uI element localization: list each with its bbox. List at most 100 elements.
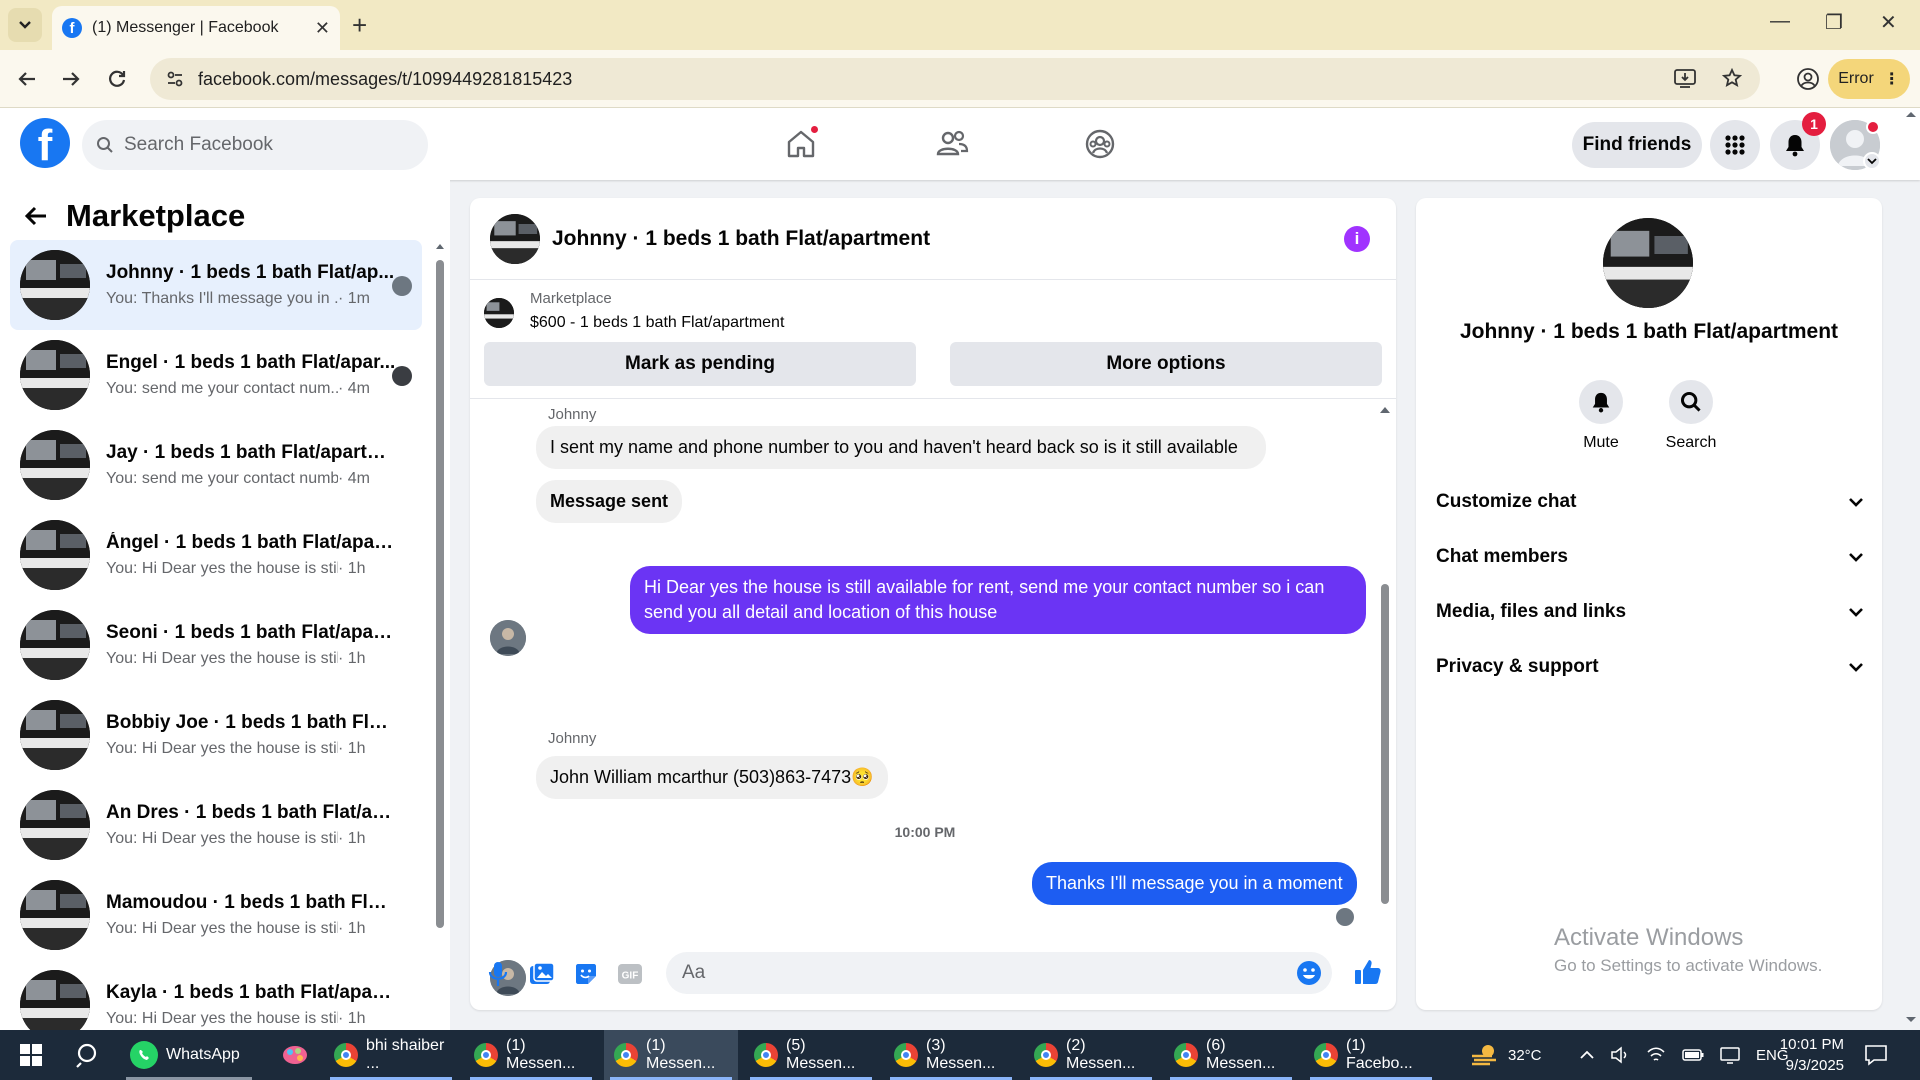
conversation-item[interactable]: Bobbiy Joe · 1 beds 1 bath Flat/a... You…: [10, 690, 422, 780]
taskbar-chrome-window[interactable]: (1) Facebo...: [1304, 1030, 1438, 1080]
address-bar[interactable]: facebook.com/messages/t/1099449281815423: [150, 58, 1760, 100]
conversation-item[interactable]: Jay · 1 beds 1 bath Flat/apartment You: …: [10, 420, 422, 510]
taskbar-search-button[interactable]: [66, 1030, 112, 1080]
sidebar-title: Marketplace: [66, 198, 246, 233]
media-files-links-section[interactable]: Media, files and links: [1436, 592, 1864, 632]
search-input[interactable]: [124, 134, 384, 156]
maximize-window-icon[interactable]: ❐: [1825, 10, 1843, 35]
profile-error-button[interactable]: Error ⋮: [1828, 59, 1910, 99]
scrollbar-thumb[interactable]: [1381, 584, 1389, 904]
search-in-conversation-button[interactable]: Search: [1651, 380, 1731, 452]
conversation-item[interactable]: Johnny · 1 beds 1 bath Flat/ap... You: T…: [10, 240, 422, 330]
taskbar-app-colorful[interactable]: [270, 1030, 320, 1080]
attach-photo-button[interactable]: [528, 960, 556, 988]
page-scrollbar[interactable]: [1902, 108, 1920, 1030]
send-like-button[interactable]: [1354, 958, 1382, 986]
back-arrow-icon[interactable]: [24, 204, 48, 228]
windows-logo-icon: [20, 1044, 42, 1066]
outgoing-message[interactable]: Hi Dear yes the house is still available…: [630, 566, 1366, 634]
close-tab-icon[interactable]: ✕: [315, 18, 330, 39]
conversation-item[interactable]: Engel · 1 beds 1 bath Flat/apar... You: …: [10, 330, 422, 420]
taskbar-chrome-window[interactable]: (6) Messen...: [1164, 1030, 1298, 1080]
facebook-search[interactable]: [82, 120, 428, 170]
incoming-message[interactable]: I sent my name and phone number to you a…: [536, 426, 1266, 469]
conversation-item[interactable]: Seoni · 1 beds 1 bath Flat/apart... You:…: [10, 600, 422, 690]
conversation-item[interactable]: Kayla · 1 beds 1 bath Flat/apartm... You…: [10, 960, 422, 1030]
conversation-name: An Dres · 1 beds 1 bath Flat/apar...: [106, 802, 396, 823]
notification-center-button[interactable]: [1864, 1030, 1888, 1080]
privacy-support-section[interactable]: Privacy & support: [1436, 647, 1864, 687]
conversation-item[interactable]: An Dres · 1 beds 1 bath Flat/apar... You…: [10, 780, 422, 870]
nav-friends[interactable]: [930, 122, 974, 166]
forward-button[interactable]: [56, 64, 86, 94]
paint-app-icon: [283, 1046, 307, 1064]
minimize-window-icon[interactable]: —: [1770, 10, 1790, 33]
marketplace-listing[interactable]: Marketplace $600 - 1 beds 1 bath Flat/ap…: [484, 290, 1382, 340]
listing-label: Marketplace: [530, 290, 612, 307]
taskbar-chrome-window[interactable]: (5) Messen...: [744, 1030, 878, 1080]
taskbar-whatsapp[interactable]: WhatsApp: [120, 1030, 258, 1080]
message-input-box[interactable]: [666, 952, 1332, 994]
chat-avatar[interactable]: [490, 213, 540, 264]
search-label: Search: [1665, 434, 1717, 451]
conversation-list: Johnny · 1 beds 1 bath Flat/ap... You: T…: [10, 240, 422, 1030]
back-button[interactable]: [12, 64, 42, 94]
nav-groups[interactable]: [1078, 122, 1122, 166]
clock[interactable]: 10:01 PM 9/3/2025: [1770, 1030, 1844, 1080]
conversation-item[interactable]: Mamoudou · 1 beds 1 bath Flat/... You: H…: [10, 870, 422, 960]
incoming-message[interactable]: Message sent: [536, 480, 683, 523]
incoming-message[interactable]: John William mcarthur (503)863-7473🥺: [536, 756, 888, 799]
customize-chat-section[interactable]: Customize chat: [1436, 482, 1864, 522]
taskbar-chrome-window-active[interactable]: (1) Messen...: [604, 1030, 738, 1080]
chat-scrollbar[interactable]: [1380, 406, 1390, 926]
sender-avatar[interactable]: [490, 620, 526, 656]
close-window-icon[interactable]: ✕: [1880, 10, 1897, 35]
screen-icon[interactable]: [1720, 1046, 1740, 1064]
start-button[interactable]: [10, 1030, 52, 1080]
chevron-up-icon[interactable]: [1580, 1050, 1594, 1060]
conversation-name: Seoni · 1 beds 1 bath Flat/apart...: [106, 622, 396, 643]
outgoing-message[interactable]: Thanks I'll message you in a moment: [1032, 862, 1357, 905]
weather-haze-icon: [1472, 1045, 1496, 1066]
scrollbar-thumb[interactable]: [436, 260, 444, 928]
sidebar-scrollbar[interactable]: [436, 242, 444, 1012]
chat-members-section[interactable]: Chat members: [1436, 537, 1864, 577]
browser-tab-active[interactable]: f (1) Messenger | Facebook ✕: [52, 6, 340, 50]
more-options-button[interactable]: More options: [950, 342, 1382, 386]
conversation-time: · 1h: [338, 830, 366, 847]
notification-badge: 1: [1802, 112, 1826, 136]
message-input[interactable]: [682, 962, 1242, 984]
info-icon[interactable]: i: [1344, 226, 1370, 252]
reload-button[interactable]: [102, 64, 132, 94]
taskbar-chrome-window[interactable]: (1) Messen...: [464, 1030, 598, 1080]
conversation-item[interactable]: Ángel · 1 beds 1 bath Flat/apart... You:…: [10, 510, 422, 600]
account-menu-caret[interactable]: [1863, 152, 1881, 170]
mute-button[interactable]: Mute: [1561, 380, 1641, 452]
wifi-icon[interactable]: [1646, 1046, 1666, 1064]
menu-button[interactable]: [1710, 120, 1760, 170]
listing-thumbnail: [20, 790, 90, 860]
conversation-avatar[interactable]: [1603, 218, 1693, 308]
conversation-time: · 1h: [338, 740, 366, 757]
tab-search-button[interactable]: [8, 8, 42, 42]
find-friends-button[interactable]: Find friends: [1572, 122, 1702, 168]
taskbar-chrome-window[interactable]: (3) Messen...: [884, 1030, 1018, 1080]
install-app-icon[interactable]: [1674, 68, 1696, 88]
voice-clip-button[interactable]: [484, 960, 512, 988]
emoji-icon[interactable]: [1296, 960, 1322, 986]
facebook-logo-icon[interactable]: f: [20, 118, 70, 168]
nav-home[interactable]: [779, 122, 823, 166]
new-tab-button[interactable]: +: [352, 12, 367, 38]
taskbar-chrome-window[interactable]: (2) Messen...: [1024, 1030, 1158, 1080]
speaker-icon[interactable]: [1610, 1046, 1630, 1064]
browser-profile-button[interactable]: [1796, 67, 1820, 91]
mark-as-pending-button[interactable]: Mark as pending: [484, 342, 916, 386]
gif-button[interactable]: GIF: [616, 960, 644, 988]
bookmark-star-icon[interactable]: [1722, 68, 1742, 88]
taskbar-item-label: (1) Messen...: [646, 1037, 716, 1072]
weather-widget[interactable]: 32°C: [1470, 1030, 1542, 1080]
battery-icon[interactable]: [1682, 1048, 1704, 1062]
sticker-button[interactable]: [572, 960, 600, 988]
taskbar-chrome-window[interactable]: bhi shaiber ...: [324, 1030, 458, 1080]
conversation-preview: You: send me your contact numbe...: [106, 470, 338, 487]
